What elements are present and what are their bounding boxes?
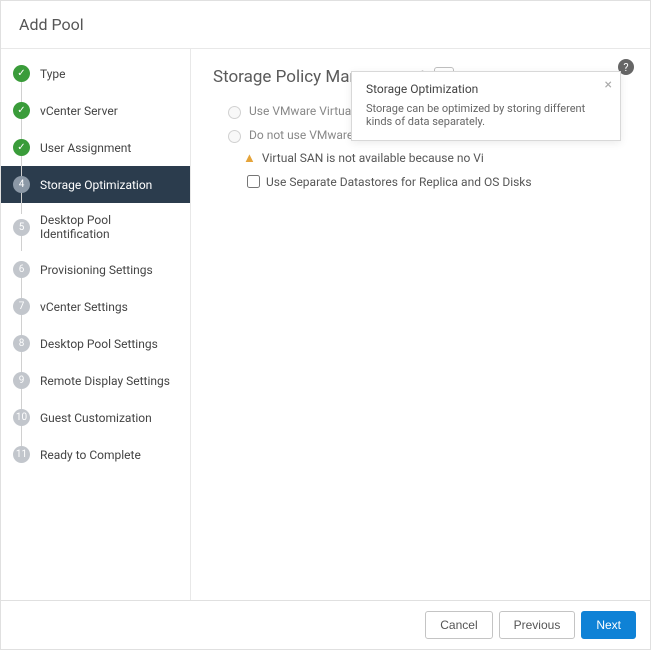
previous-button[interactable]: Previous: [499, 611, 576, 639]
step-desktop-pool-settings[interactable]: 8 Desktop Pool Settings: [1, 325, 190, 362]
step-label: vCenter Settings: [40, 300, 128, 314]
step-user-assignment[interactable]: ✓ User Assignment: [1, 129, 190, 166]
close-icon[interactable]: ×: [605, 78, 612, 92]
warning-icon: ▲: [243, 150, 256, 166]
step-number-icon: 7: [13, 298, 30, 315]
step-number-icon: 5: [13, 219, 30, 236]
radio-input[interactable]: [228, 106, 241, 119]
step-number-icon: 6: [13, 261, 30, 278]
tooltip-title: Storage Optimization: [366, 82, 606, 96]
step-type[interactable]: ✓ Type: [1, 55, 190, 92]
checkbox-label: Use Separate Datastores for Replica and …: [266, 175, 532, 189]
info-tooltip: × Storage Optimization Storage can be op…: [351, 71, 621, 141]
step-number-icon: 11: [13, 446, 30, 463]
step-vcenter-server[interactable]: ✓ vCenter Server: [1, 92, 190, 129]
step-number-icon: 4: [13, 176, 30, 193]
checkbox-input[interactable]: [247, 175, 260, 188]
step-number-icon: 8: [13, 335, 30, 352]
main-panel: ? Storage Policy Management ⓘ Use VMware…: [191, 49, 650, 600]
check-icon: ✓: [13, 139, 30, 156]
step-label: User Assignment: [40, 141, 131, 155]
step-label: vCenter Server: [40, 104, 118, 118]
check-icon: ✓: [13, 65, 30, 82]
dialog-title: Add Pool: [1, 1, 650, 49]
step-label: Provisioning Settings: [40, 263, 153, 277]
step-label: Desktop Pool Settings: [40, 337, 158, 351]
separate-datastores-checkbox[interactable]: Use Separate Datastores for Replica and …: [243, 169, 628, 194]
step-label: Ready to Complete: [40, 448, 141, 462]
step-label: Guest Customization: [40, 411, 152, 425]
step-guest-customization[interactable]: 10 Guest Customization: [1, 399, 190, 436]
step-number-icon: 10: [13, 409, 30, 426]
step-ready-to-complete[interactable]: 11 Ready to Complete: [1, 436, 190, 473]
step-number-icon: 9: [13, 372, 30, 389]
dialog-footer: Cancel Previous Next: [1, 600, 650, 649]
wizard-steps: ✓ Type ✓ vCenter Server ✓ User Assignmen…: [1, 49, 191, 600]
step-label: Type: [40, 67, 66, 81]
next-button[interactable]: Next: [581, 611, 636, 639]
step-vcenter-settings[interactable]: 7 vCenter Settings: [1, 288, 190, 325]
warning-text: Virtual SAN is not available because no …: [262, 151, 484, 165]
step-storage-optimization[interactable]: 4 Storage Optimization: [1, 166, 190, 203]
tooltip-body: Storage can be optimized by storing diff…: [366, 102, 606, 128]
step-label: Desktop Pool Identification: [40, 213, 178, 241]
step-label: Storage Optimization: [40, 178, 152, 192]
step-label: Remote Display Settings: [40, 374, 170, 388]
cancel-button[interactable]: Cancel: [425, 611, 492, 639]
step-remote-display-settings[interactable]: 9 Remote Display Settings: [1, 362, 190, 399]
check-icon: ✓: [13, 102, 30, 119]
step-provisioning-settings[interactable]: 6 Provisioning Settings: [1, 251, 190, 288]
radio-input[interactable]: [228, 130, 241, 143]
step-desktop-pool-identification[interactable]: 5 Desktop Pool Identification: [1, 203, 190, 251]
vsan-warning: ▲ Virtual SAN is not available because n…: [243, 147, 628, 169]
